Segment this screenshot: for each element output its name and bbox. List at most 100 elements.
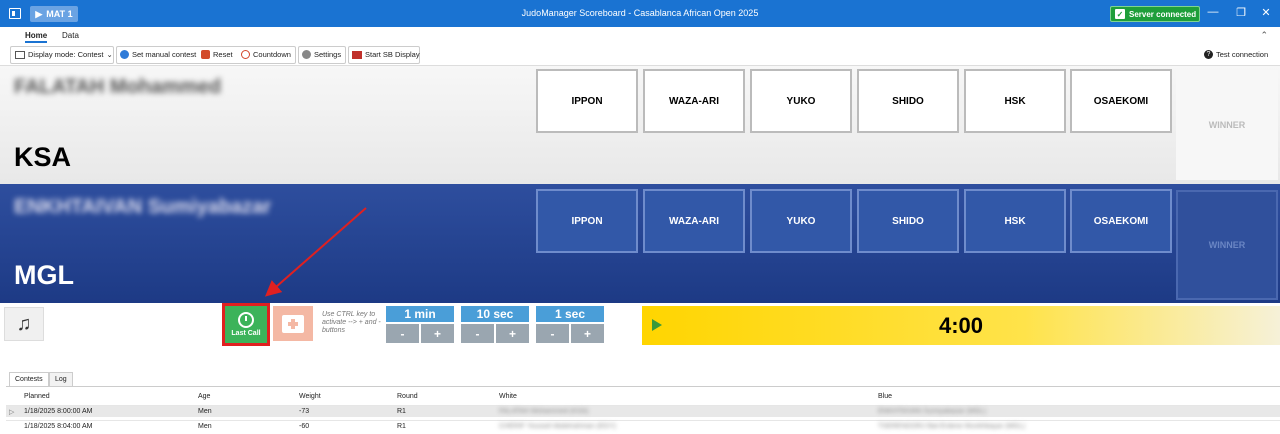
music-button[interactable]: ♫ bbox=[4, 307, 44, 341]
monitor-icon bbox=[352, 50, 362, 59]
blue-shido-button[interactable]: SHIDO bbox=[857, 189, 959, 253]
cell-blue: ENKHTAIVAN Sumiyabazar (MGL) bbox=[878, 408, 987, 415]
first-aid-icon bbox=[282, 314, 304, 333]
last-call-label: Last Call bbox=[231, 330, 261, 337]
cell-round: R1 bbox=[397, 423, 406, 430]
blue-competitor-panel: ENKHTAIVAN Sumiyabazar MGL IPPON WAZA-AR… bbox=[0, 184, 1280, 303]
medical-button[interactable] bbox=[273, 306, 313, 341]
adjust-10sec-plus-button[interactable]: + bbox=[496, 324, 529, 343]
white-osaekomi-button[interactable]: OSAEKOMI bbox=[1070, 69, 1172, 133]
stopwatch-icon bbox=[238, 312, 254, 328]
white-shido-button[interactable]: SHIDO bbox=[857, 69, 959, 133]
check-icon: ✓ bbox=[1115, 9, 1125, 19]
cell-white: FALATAH Mohammed (KSA) bbox=[499, 408, 589, 415]
white-ippon-button[interactable]: IPPON bbox=[536, 69, 638, 133]
adjust-1min: 1 min - + bbox=[386, 306, 454, 343]
reset-label: Reset bbox=[213, 50, 233, 59]
test-connection-button[interactable]: ? Test connection bbox=[1204, 50, 1268, 59]
last-call-button[interactable]: Last Call bbox=[222, 303, 270, 346]
blue-waza-ari-button[interactable]: WAZA-ARI bbox=[643, 189, 745, 253]
timer-display: 4:00 bbox=[938, 312, 984, 338]
lower-tabs: Contests Log bbox=[0, 372, 1280, 386]
row-pointer-icon: ▷ bbox=[9, 409, 15, 416]
display-mode-dropdown[interactable]: Display mode: Contest ⌄ bbox=[15, 50, 113, 59]
white-winner-button[interactable]: WINNER bbox=[1176, 70, 1278, 180]
cell-white: CHERIF Youssef Abdelrahman (EGY) bbox=[499, 423, 617, 430]
title-bar: ▶ MAT 1 JudoManager Scoreboard - Casabla… bbox=[0, 0, 1280, 27]
white-hsk-button[interactable]: HSK bbox=[964, 69, 1066, 133]
adjust-1min-minus-button[interactable]: - bbox=[386, 324, 419, 343]
ribbon-tabs: Home Data ⌃ bbox=[0, 27, 1280, 44]
tab-home[interactable]: Home bbox=[25, 31, 48, 43]
chevron-down-icon: ⌄ bbox=[106, 50, 113, 59]
music-note-icon: ♫ bbox=[16, 312, 32, 335]
table-row[interactable]: ▷ 1/18/2025 8:00:00 AM Men -73 R1 FALATA… bbox=[6, 405, 1280, 417]
blue-ippon-button[interactable]: IPPON bbox=[536, 189, 638, 253]
server-status-label: Server connected bbox=[1129, 9, 1197, 19]
cell-round: R1 bbox=[397, 408, 406, 415]
set-manual-contest-label: Set manual contest bbox=[132, 50, 197, 59]
adjust-1sec: 1 sec - + bbox=[536, 306, 604, 343]
col-age[interactable]: Age bbox=[198, 393, 210, 400]
restore-icon[interactable]: ❐ bbox=[1233, 6, 1249, 19]
contests-table: Planned Age Weight Round White Blue ▷ 1/… bbox=[6, 386, 1280, 434]
settings-button[interactable]: Settings bbox=[302, 50, 341, 59]
blue-hsk-button[interactable]: HSK bbox=[964, 189, 1066, 253]
white-player-name: FALATAH Mohammed bbox=[14, 76, 222, 98]
table-header: Planned Age Weight Round White Blue bbox=[6, 391, 1280, 403]
col-white[interactable]: White bbox=[499, 393, 517, 400]
set-manual-contest-button[interactable]: Set manual contest bbox=[120, 50, 196, 59]
clock-icon bbox=[241, 50, 250, 59]
broom-icon bbox=[201, 50, 210, 59]
adjust-10sec-label: 10 sec bbox=[461, 306, 529, 322]
tab-data[interactable]: Data bbox=[62, 31, 79, 40]
main-timer[interactable]: 4:00 bbox=[642, 306, 1280, 345]
white-competitor-panel: FALATAH Mohammed KSA IPPON WAZA-ARI YUKO… bbox=[0, 66, 1280, 184]
display-mode-label: Display mode: Contest bbox=[28, 50, 104, 59]
globe-icon bbox=[120, 50, 129, 59]
white-waza-ari-button[interactable]: WAZA-ARI bbox=[643, 69, 745, 133]
window-title: JudoManager Scoreboard - Casablanca Afri… bbox=[521, 8, 759, 18]
reset-button[interactable]: Reset bbox=[201, 50, 233, 59]
blue-osaekomi-button[interactable]: OSAEKOMI bbox=[1070, 189, 1172, 253]
adjust-1sec-minus-button[interactable]: - bbox=[536, 324, 569, 343]
countdown-button[interactable]: Countdown bbox=[241, 50, 291, 59]
controls-bar: ♫ Last Call Use CTRL key to activate -->… bbox=[0, 303, 1280, 346]
white-yuko-button[interactable]: YUKO bbox=[750, 69, 852, 133]
white-country: KSA bbox=[14, 142, 72, 172]
countdown-label: Countdown bbox=[253, 50, 291, 59]
tab-log[interactable]: Log bbox=[49, 372, 73, 386]
cell-weight: -73 bbox=[299, 408, 310, 415]
start-sb-display-label: Start SB Display bbox=[365, 50, 420, 59]
blue-winner-button[interactable]: WINNER bbox=[1176, 190, 1278, 300]
cell-weight: -60 bbox=[299, 423, 310, 430]
col-blue[interactable]: Blue bbox=[878, 393, 892, 400]
cell-planned: 1/18/2025 8:00:00 AM bbox=[24, 408, 93, 415]
server-status-badge: ✓ Server connected bbox=[1110, 6, 1200, 22]
adjust-1min-label: 1 min bbox=[386, 306, 454, 322]
play-icon[interactable] bbox=[652, 319, 662, 331]
blue-player-name: ENKHTAIVAN Sumiyabazar bbox=[14, 196, 272, 218]
table-row[interactable]: 1/18/2025 8:04:00 AM Men -60 R1 CHERIF Y… bbox=[6, 420, 1280, 432]
help-icon: ? bbox=[1204, 50, 1213, 59]
tab-contests[interactable]: Contests bbox=[9, 372, 49, 386]
adjust-10sec-minus-button[interactable]: - bbox=[461, 324, 494, 343]
adjust-1sec-plus-button[interactable]: + bbox=[571, 324, 604, 343]
settings-label: Settings bbox=[314, 50, 342, 59]
collapse-ribbon-icon[interactable]: ⌃ bbox=[1260, 30, 1268, 41]
close-icon[interactable]: ✕ bbox=[1258, 6, 1274, 19]
col-round[interactable]: Round bbox=[397, 393, 418, 400]
blue-yuko-button[interactable]: YUKO bbox=[750, 189, 852, 253]
blue-country: MGL bbox=[14, 260, 74, 290]
ctrl-hint-text: Use CTRL key to activate --> + and - but… bbox=[322, 311, 381, 334]
adjust-10sec: 10 sec - + bbox=[461, 306, 529, 343]
cell-planned: 1/18/2025 8:04:00 AM bbox=[24, 423, 93, 430]
cell-age: Men bbox=[198, 423, 212, 430]
gear-icon bbox=[302, 50, 311, 59]
col-planned[interactable]: Planned bbox=[24, 393, 50, 400]
test-connection-label: Test connection bbox=[1216, 50, 1269, 59]
col-weight[interactable]: Weight bbox=[299, 393, 321, 400]
adjust-1min-plus-button[interactable]: + bbox=[421, 324, 454, 343]
start-sb-display-button[interactable]: Start SB Display bbox=[352, 50, 420, 59]
minimize-icon[interactable]: — bbox=[1205, 6, 1221, 18]
